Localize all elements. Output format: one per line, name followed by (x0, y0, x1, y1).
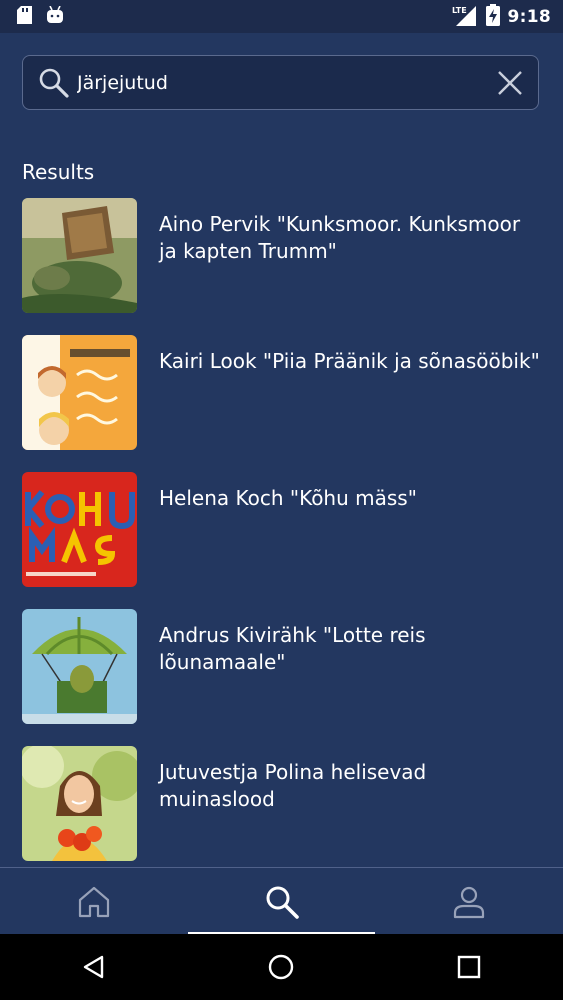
search-icon (37, 66, 71, 100)
result-item[interactable]: Andrus Kivirähk "Lotte reis lõunamaale" (22, 609, 542, 724)
search-icon (266, 886, 299, 919)
result-thumbnail (22, 746, 137, 861)
search-input[interactable] (77, 71, 490, 94)
svg-text:LTE: LTE (452, 6, 467, 15)
result-thumbnail (22, 198, 137, 313)
results-heading: Results (22, 160, 95, 184)
home-system-button[interactable] (251, 937, 311, 997)
lte-signal-icon: LTE (452, 4, 478, 30)
result-thumbnail (22, 609, 137, 724)
home-circle-icon (269, 954, 294, 980)
result-title: Kairi Look "Piia Präänik ja sõnasööbik" (159, 349, 540, 373)
result-item[interactable]: Aino Pervik "Kunksmoor. Kunksmoor ja kap… (22, 198, 542, 313)
nav-search[interactable] (187, 868, 376, 935)
result-item[interactable]: Kairi Look "Piia Präänik ja sõnasööbik" (22, 335, 542, 450)
nav-home[interactable] (0, 868, 188, 935)
sd-card-icon (17, 5, 32, 28)
result-title: Helena Koch "Kõhu mäss" (159, 486, 417, 510)
status-clock: 9:18 (507, 6, 551, 27)
clear-search-button[interactable] (490, 63, 530, 103)
battery-charging-icon (485, 3, 500, 30)
result-list: Aino Pervik "Kunksmoor. Kunksmoor ja kap… (22, 198, 542, 883)
recents-square-icon (457, 955, 481, 979)
result-thumbnail (22, 335, 137, 450)
android-debug-icon (46, 5, 64, 28)
status-bar: LTE 9:18 (0, 0, 563, 33)
back-triangle-icon (83, 955, 104, 979)
result-item[interactable]: Helena Koch "Kõhu mäss" (22, 472, 542, 587)
result-item[interactable]: Jutuvestja Polina helisevad muinaslood (22, 746, 542, 861)
result-title: Aino Pervik "Kunksmoor. Kunksmoor ja kap… (159, 212, 521, 263)
recents-button[interactable] (439, 937, 499, 997)
close-icon (498, 70, 522, 95)
system-nav-bar (0, 934, 563, 1000)
result-title: Jutuvestja Polina helisevad muinaslood (159, 760, 427, 811)
nav-profile[interactable] (375, 868, 563, 935)
result-title: Andrus Kivirähk "Lotte reis lõunamaale" (159, 623, 426, 674)
bottom-nav (0, 867, 563, 935)
user-icon (454, 886, 485, 918)
result-thumbnail (22, 472, 137, 587)
search-box[interactable] (22, 55, 539, 110)
back-button[interactable] (64, 937, 124, 997)
home-icon (78, 886, 109, 917)
